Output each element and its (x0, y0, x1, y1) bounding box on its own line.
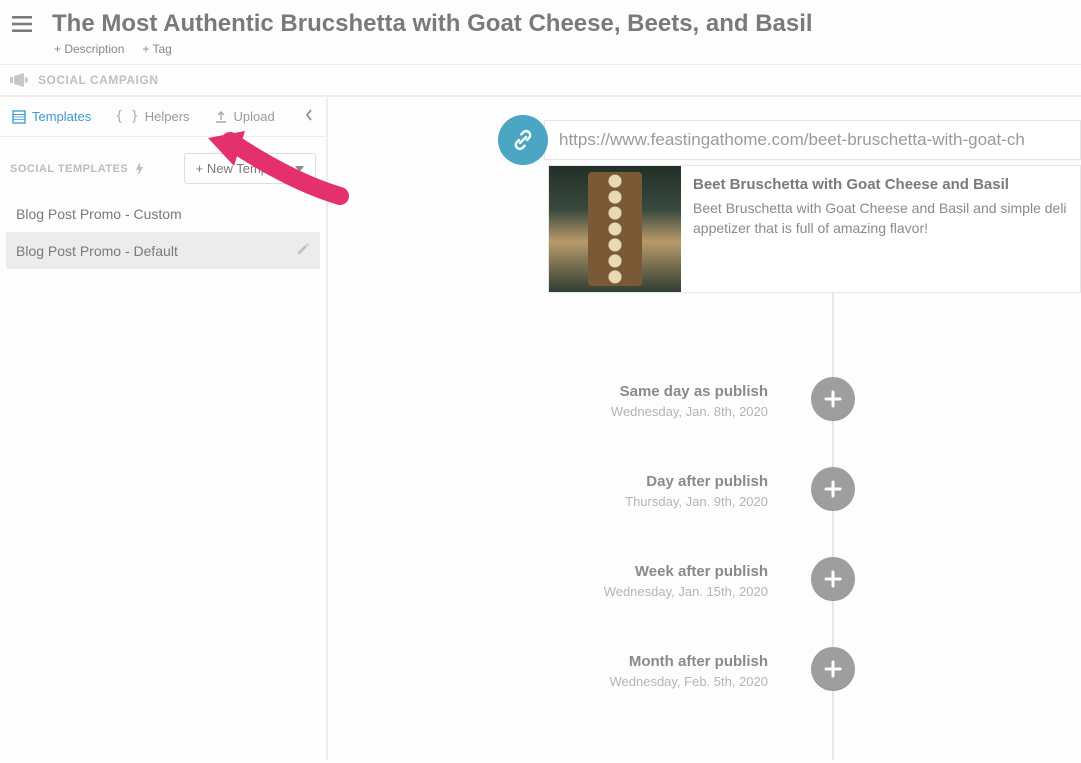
tab-helpers-label: Helpers (145, 109, 190, 124)
template-item-label: Blog Post Promo - Custom (16, 206, 182, 222)
megaphone-icon (10, 73, 28, 87)
tab-templates-label: Templates (32, 109, 91, 124)
bolt-icon (134, 162, 146, 176)
tab-upload[interactable]: Upload (202, 97, 287, 136)
add-milestone-button[interactable] (811, 647, 855, 691)
caret-down-icon (295, 166, 304, 172)
pencil-icon[interactable] (296, 242, 310, 259)
tab-templates[interactable]: Templates (0, 97, 103, 136)
milestone-date: Wednesday, Jan. 8th, 2020 (328, 404, 768, 419)
tab-helpers[interactable]: { } Helpers (103, 97, 201, 136)
milestone-date: Wednesday, Feb. 5th, 2020 (328, 674, 768, 689)
new-template-label: + New Template (196, 161, 289, 176)
new-template-button[interactable]: + New Template (184, 153, 316, 184)
social-templates-label: SOCIAL TEMPLATES (10, 163, 128, 175)
add-milestone-button[interactable] (811, 557, 855, 601)
campaign-bar: SOCIAL CAMPAIGN (0, 65, 1081, 97)
braces-icon: { } (115, 109, 138, 124)
milestone-label: Month after publish (328, 653, 768, 670)
add-description-button[interactable]: + Description (54, 42, 124, 56)
add-tag-button[interactable]: + Tag (142, 42, 171, 56)
add-milestone-button[interactable] (811, 467, 855, 511)
milestone-label: Week after publish (328, 563, 768, 580)
template-item-custom[interactable]: Blog Post Promo - Custom (6, 196, 320, 232)
templates-icon (12, 110, 26, 124)
add-milestone-button[interactable] (811, 377, 855, 421)
campaign-label: SOCIAL CAMPAIGN (38, 73, 158, 87)
chevron-left-icon (304, 108, 314, 122)
template-item-label: Blog Post Promo - Default (16, 243, 178, 259)
template-item-default[interactable]: Blog Post Promo - Default (6, 232, 320, 269)
preview-image (549, 166, 681, 292)
url-display[interactable]: https://www.feastingathome.com/beet-brus… (544, 120, 1081, 160)
upload-icon (214, 110, 228, 124)
preview-title: Beet Bruschetta with Goat Cheese and Bas… (693, 176, 1068, 193)
tab-upload-label: Upload (234, 109, 275, 124)
link-icon (498, 115, 548, 165)
collapse-sidebar-button[interactable] (292, 108, 326, 125)
preview-desc: Beet Bruschetta with Goat Cheese and Bas… (693, 199, 1068, 238)
link-preview-card: Beet Bruschetta with Goat Cheese and Bas… (548, 165, 1081, 293)
hamburger-icon[interactable] (12, 16, 32, 32)
milestone-label: Same day as publish (328, 383, 768, 400)
milestone-label: Day after publish (328, 473, 768, 490)
milestone-date: Wednesday, Jan. 15th, 2020 (328, 584, 768, 599)
milestone-date: Thursday, Jan. 9th, 2020 (328, 494, 768, 509)
page-title: The Most Authentic Brucshetta with Goat … (52, 10, 1069, 38)
